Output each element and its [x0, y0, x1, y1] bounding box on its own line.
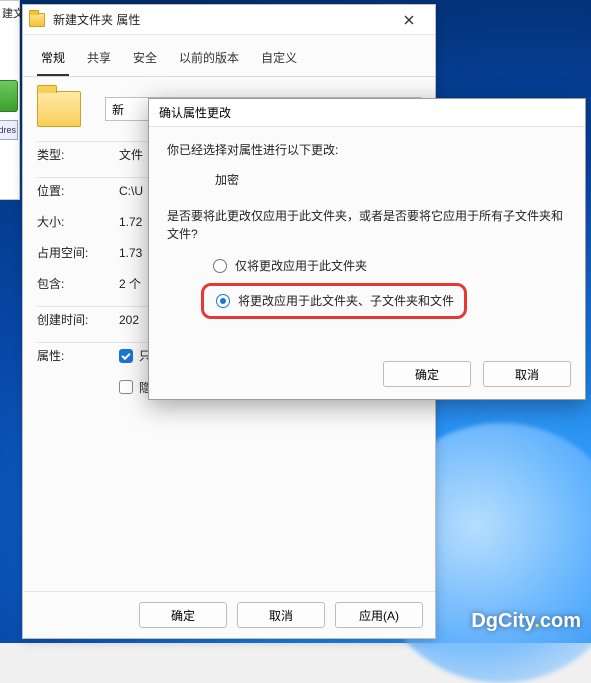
confirm-question: 是否要将此更改仅应用于此文件夹，或者是否要将它应用于所有子文件夹和文件?	[167, 207, 567, 243]
tab-general[interactable]: 常规	[37, 45, 69, 76]
watermark: DgCity.com	[471, 610, 581, 633]
confirm-button-bar: 确定 取消	[383, 361, 571, 387]
confirm-cancel-button[interactable]: 取消	[483, 361, 571, 387]
label-type: 类型:	[37, 146, 119, 163]
tab-strip: 常规 共享 安全 以前的版本 自定义	[23, 35, 435, 77]
watermark-a: DgCity	[471, 610, 534, 632]
tab-customize[interactable]: 自定义	[257, 45, 301, 76]
watermark-b: com	[540, 610, 581, 632]
properties-titlebar: 新建文件夹 属性	[23, 5, 435, 35]
label-attributes: 属性:	[37, 347, 119, 364]
tab-previous[interactable]: 以前的版本	[175, 45, 243, 76]
folder-large-icon	[37, 91, 81, 127]
folder-icon	[29, 13, 45, 27]
close-button[interactable]	[389, 9, 429, 31]
tab-security[interactable]: 安全	[129, 45, 161, 76]
radio-this-folder[interactable]	[213, 259, 227, 273]
confirm-ok-button[interactable]: 确定	[383, 361, 471, 387]
label-size-on-disk: 占用空间:	[37, 244, 119, 261]
properties-title: 新建文件夹 属性	[53, 11, 140, 28]
cancel-button[interactable]: 取消	[237, 602, 325, 628]
tab-sharing[interactable]: 共享	[83, 45, 115, 76]
confirm-line1: 你已经选择对属性进行以下更改:	[167, 141, 567, 159]
partial-green-icon	[0, 80, 18, 112]
radio-subfolders[interactable]	[216, 294, 230, 308]
confirm-body: 你已经选择对属性进行以下更改: 加密 是否要将此更改仅应用于此文件夹，或者是否要…	[149, 127, 585, 331]
label-created: 创建时间:	[37, 311, 119, 328]
radio-this-folder-label: 仅将更改应用于此文件夹	[235, 257, 367, 275]
confirm-changed-attr: 加密	[215, 171, 567, 189]
label-location: 位置:	[37, 182, 119, 199]
label-contains: 包含:	[37, 275, 119, 292]
confirm-title: 确认属性更改	[159, 104, 231, 121]
radio-subfolders-label: 将更改应用于此文件夹、子文件夹和文件	[238, 292, 454, 310]
close-icon	[404, 15, 414, 25]
hidden-checkbox[interactable]	[119, 380, 133, 394]
partial-title: 建文	[0, 1, 19, 25]
properties-button-bar: 确定 取消 应用(A)	[23, 591, 435, 638]
partial-address-fragment: dres	[0, 120, 18, 140]
confirm-dialog: 确认属性更改 你已经选择对属性进行以下更改: 加密 是否要将此更改仅应用于此文件…	[148, 98, 586, 400]
readonly-checkbox[interactable]	[119, 349, 133, 363]
ok-button[interactable]: 确定	[139, 602, 227, 628]
label-size: 大小:	[37, 213, 119, 230]
apply-button[interactable]: 应用(A)	[335, 602, 423, 628]
apply-this-folder-only[interactable]: 仅将更改应用于此文件夹	[213, 257, 567, 275]
confirm-titlebar: 确认属性更改	[149, 99, 585, 127]
highlighted-option: 将更改应用于此文件夹、子文件夹和文件	[201, 283, 467, 319]
